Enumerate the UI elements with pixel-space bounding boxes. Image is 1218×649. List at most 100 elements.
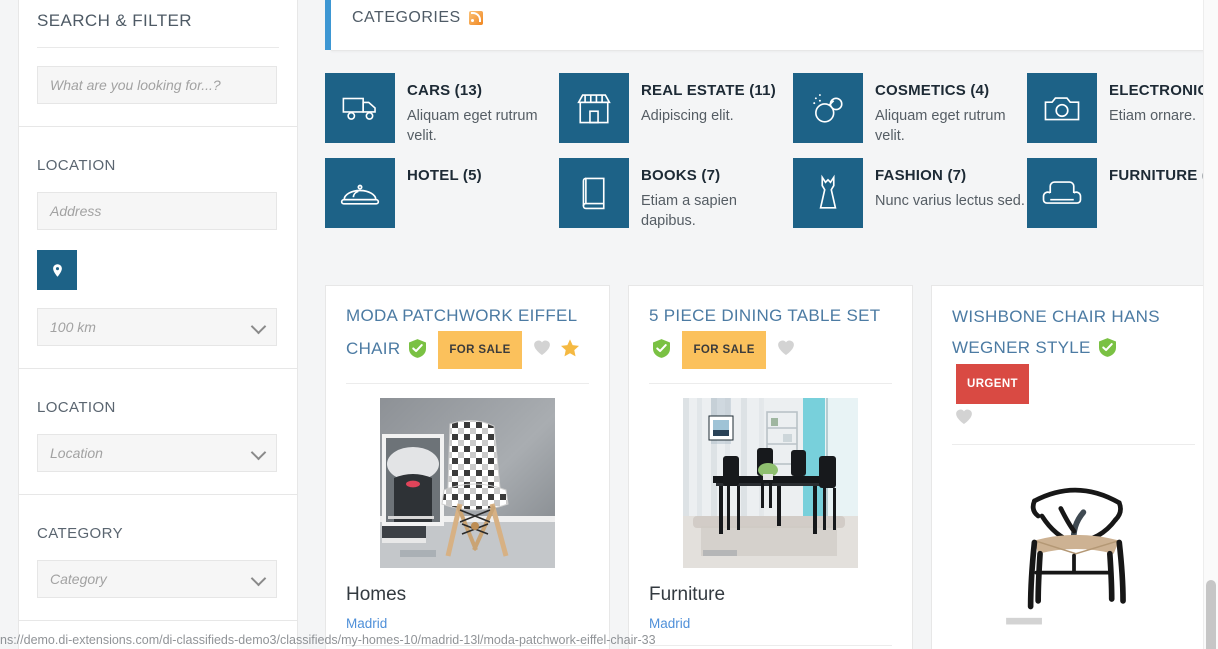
category-desc: Aliquam eget rutrum velit. [407,108,538,144]
page-root: SEARCH & FILTER What are you looking for… [0,0,1218,649]
listing-card[interactable]: MODA PATCHWORK EIFFEL CHAIR FOR SALE Hom… [325,285,610,649]
categories-panel-title: CATEGORIES [352,8,461,26]
wishbone-chair-photo [979,467,1168,632]
category-text: COSMETICS (4) Aliquam eget rutrum velit. [875,73,1027,146]
category-tile-furniture[interactable]: FURNITURE (6) [1027,158,1218,231]
book-icon [559,158,629,228]
radius-select[interactable]: 100 km [37,308,277,346]
listing-thumbnail[interactable] [649,384,892,568]
search-input-placeholder: What are you looking for...? [50,77,221,93]
dress-icon [793,158,863,228]
listing-card[interactable]: 5 PIECE DINING TABLE SET FOR SALE Furnit… [628,285,913,649]
listing-category: Homes [346,584,407,605]
listing-title[interactable]: 5 PIECE DINING TABLE SET [649,306,880,325]
category-name: ELECTRONICS (9) [1109,82,1218,99]
category-text: FURNITURE (6) [1109,158,1218,231]
listing-title-row: WISHBONE CHAIR HANS WEGNER STYLE URGENT [952,302,1195,434]
category-text: BOOKS (7) Etiam a sapien dapibus. [641,158,793,231]
location-select[interactable]: Location [37,434,277,472]
verified-shield-icon [408,339,426,358]
category-text: REAL ESTATE (11) Adipiscing elit. [641,73,776,146]
heart-icon[interactable] [955,408,973,425]
listing-thumbnail[interactable] [346,384,589,568]
category-desc: Aliquam eget rutrum velit. [875,108,1006,144]
panel-accent-bar [325,0,331,50]
address-input-placeholder: Address [50,203,102,219]
heart-icon[interactable] [533,339,551,356]
address-input[interactable]: Address [37,192,277,230]
category-select[interactable]: Category [37,560,277,598]
category-name: REAL ESTATE (11) [641,82,776,99]
perfume-icon [793,73,863,143]
category-panel: CATEGORY Category [18,494,298,620]
location-select-panel: LOCATION Location [18,368,298,494]
scrollbar-thumb[interactable] [1206,580,1216,649]
listing-card[interactable]: WISHBONE CHAIR HANS WEGNER STYLE URGENT [931,285,1216,649]
category-text: FASHION (7) Nunc varius lectus sed. [875,158,1025,231]
detect-location-button[interactable] [37,250,77,290]
category-tile-hotel[interactable]: HOTEL (5) [325,158,559,231]
category-select-label: CATEGORY [37,525,123,542]
category-name: COSMETICS (4) [875,82,990,99]
category-desc: Adipiscing elit. [641,108,734,124]
type-panel: TYPE [18,620,298,649]
category-tile-electronics[interactable]: ELECTRONICS (9) Etiam ornare. [1027,73,1218,146]
listing-title-row: 5 PIECE DINING TABLE SET FOR SALE [649,302,892,369]
category-name: CARS (13) [407,82,483,99]
listing-category: Furniture [649,584,726,605]
listings-grid: MODA PATCHWORK EIFFEL CHAIR FOR SALE Hom… [325,285,1216,649]
category-desc: Etiam a sapien dapibus. [641,193,737,229]
location-select-label: LOCATION [37,399,116,416]
verified-shield-icon [1099,338,1117,357]
status-badge[interactable]: URGENT [956,364,1029,404]
category-desc: Nunc varius lectus sed. [875,193,1025,209]
search-filter-sidebar: SEARCH & FILTER What are you looking for… [18,0,298,649]
rss-feed-icon[interactable] [468,10,483,25]
search-panel: SEARCH & FILTER What are you looking for… [18,0,298,126]
category-text: CARS (13) Aliquam eget rutrum velit. [407,73,559,146]
listing-location[interactable]: Madrid [346,616,589,631]
divider [37,47,279,48]
armchair-icon [1027,158,1097,228]
patchwork-eiffel-chair-photo [380,398,555,568]
main-content: CATEGORIES CARS (13) Aliquam eget rutrum… [325,0,1218,231]
category-text: HOTEL (5) [407,158,482,231]
category-tile-cosmetics[interactable]: COSMETICS (4) Aliquam eget rutrum velit. [793,73,1027,146]
category-tile-books[interactable]: BOOKS (7) Etiam a sapien dapibus. [559,158,793,231]
radius-select-value: 100 km [50,319,96,335]
verified-shield-icon [653,339,670,358]
category-desc: Etiam ornare. [1109,108,1197,124]
search-input[interactable]: What are you looking for...? [37,66,277,104]
status-badge[interactable]: FOR SALE [682,331,766,369]
heart-icon[interactable] [777,339,795,356]
categories-header-panel: CATEGORIES [325,0,1218,51]
camera-icon [1027,73,1097,143]
cloche-icon [325,158,395,228]
category-tile-fashion[interactable]: FASHION (7) Nunc varius lectus sed. [793,158,1027,231]
listing-title[interactable]: WISHBONE CHAIR HANS WEGNER STYLE [952,307,1160,357]
dining-table-set-photo [683,398,858,568]
location-panel: LOCATION Address 100 km [18,126,298,368]
map-pin-icon [52,263,62,277]
category-text: ELECTRONICS (9) Etiam ornare. [1109,73,1218,146]
listing-location[interactable]: Madrid [649,616,892,631]
listing-title-row: MODA PATCHWORK EIFFEL CHAIR FOR SALE [346,302,589,369]
location-section-label: LOCATION [37,157,116,174]
category-name: FURNITURE (6) [1109,167,1218,184]
category-tile-real-estate[interactable]: REAL ESTATE (11) Adipiscing elit. [559,73,793,146]
sidebar-title: SEARCH & FILTER [37,11,192,30]
page-scrollbar[interactable] [1203,0,1218,649]
type-section-label: TYPE [37,637,279,649]
store-icon [559,73,629,143]
category-name: HOTEL (5) [407,167,482,184]
status-badge[interactable]: FOR SALE [438,331,522,369]
location-select-value: Location [50,445,103,461]
listing-thumbnail[interactable] [952,445,1195,632]
star-icon[interactable] [560,339,579,357]
category-tile-cars[interactable]: CARS (13) Aliquam eget rutrum velit. [325,73,559,146]
truck-icon [325,73,395,143]
